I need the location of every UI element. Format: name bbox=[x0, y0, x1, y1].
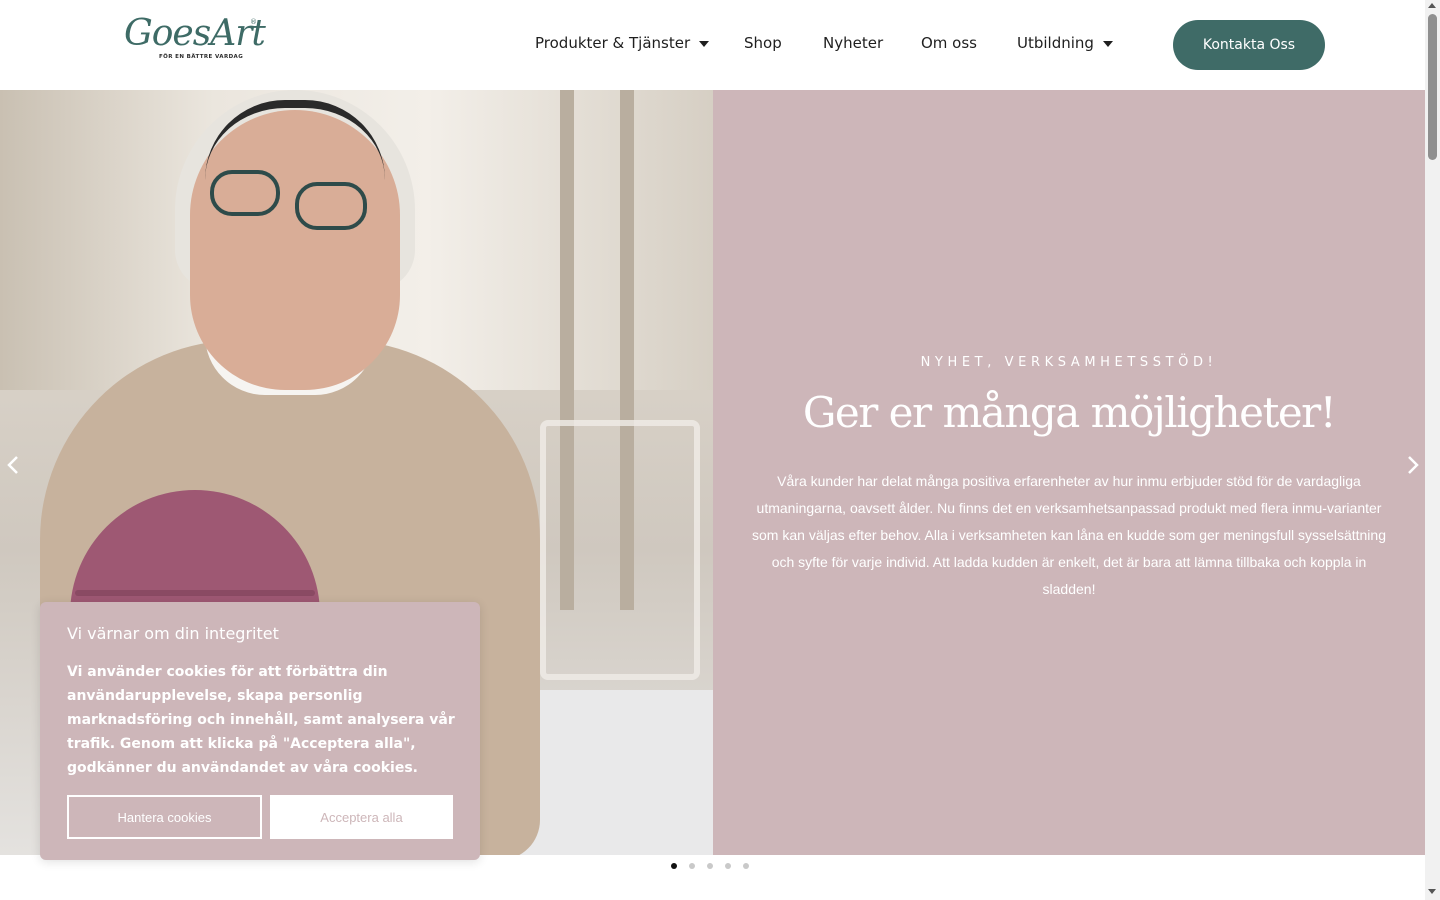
nav-item-label: Nyheter bbox=[823, 34, 884, 52]
page-scrollbar[interactable] bbox=[1425, 0, 1440, 900]
scrollbar-thumb[interactable] bbox=[1428, 14, 1437, 160]
nav-item-label: Produkter & Tjänster bbox=[535, 34, 691, 52]
logo-tagline: FÖR EN BÄTTRE VARDAG bbox=[159, 54, 244, 60]
accept-all-button[interactable]: Acceptera alla bbox=[270, 795, 453, 839]
photo-pillow-seam bbox=[75, 590, 315, 596]
nav-item-nyheter[interactable]: Nyheter bbox=[823, 34, 883, 52]
nav-item-utbildning[interactable]: Utbildning bbox=[1017, 34, 1113, 52]
registered-mark: ® bbox=[250, 18, 257, 26]
slider-dot-2[interactable] bbox=[689, 863, 695, 869]
slider-dot-1[interactable] bbox=[671, 863, 677, 869]
caret-down-icon bbox=[1102, 41, 1113, 47]
logo-wordmark: GoesArt bbox=[124, 13, 266, 54]
cookie-text: Vi använder cookies för att förbättra di… bbox=[67, 664, 455, 776]
nav-item-label: Om oss bbox=[921, 34, 977, 52]
nav-item-label: Utbildning bbox=[1017, 34, 1094, 52]
chevron-left-icon[interactable] bbox=[4, 450, 24, 480]
photo-chair bbox=[540, 420, 700, 680]
caret-down-icon bbox=[699, 41, 710, 47]
nav-item-produkter[interactable]: Produkter & Tjänster bbox=[535, 34, 710, 52]
hero-body: Våra kunder har delat många positiva erf… bbox=[752, 473, 1386, 597]
slider-pagination bbox=[671, 863, 761, 873]
slider-dot-5[interactable] bbox=[743, 863, 749, 869]
slider-dot-4[interactable] bbox=[725, 863, 731, 869]
scroll-down-icon[interactable] bbox=[1428, 889, 1436, 894]
nav-item-om-oss[interactable]: Om oss bbox=[921, 34, 977, 52]
hero-text-panel: NYHET, VERKSAMHETSSTÖD! Ger er många möj… bbox=[713, 90, 1425, 855]
slider-dot-3[interactable] bbox=[707, 863, 713, 869]
logo[interactable]: GoesArt ® FÖR EN BÄTTRE VARDAG bbox=[124, 13, 266, 74]
scroll-up-icon[interactable] bbox=[1428, 3, 1436, 8]
nav-item-label: Shop bbox=[744, 34, 782, 52]
hero-eyebrow: NYHET, VERKSAMHETSSTÖD! bbox=[920, 355, 1218, 370]
nav-item-shop[interactable]: Shop bbox=[744, 34, 782, 52]
cookie-title: Vi värnar om din integritet bbox=[67, 624, 279, 643]
site-header: GoesArt ® FÖR EN BÄTTRE VARDAG Produkter… bbox=[0, 0, 1425, 90]
contact-button[interactable]: Kontakta Oss bbox=[1173, 20, 1325, 70]
hero-headline: Ger er många möjligheter! bbox=[802, 388, 1337, 437]
chevron-right-icon[interactable] bbox=[1402, 450, 1422, 480]
photo-glasses bbox=[210, 170, 280, 216]
manage-cookies-button[interactable]: Hantera cookies bbox=[67, 795, 262, 839]
photo-glasses bbox=[295, 182, 367, 230]
cookie-consent-dialog: Vi värnar om din integritet Vi använder … bbox=[40, 602, 480, 860]
